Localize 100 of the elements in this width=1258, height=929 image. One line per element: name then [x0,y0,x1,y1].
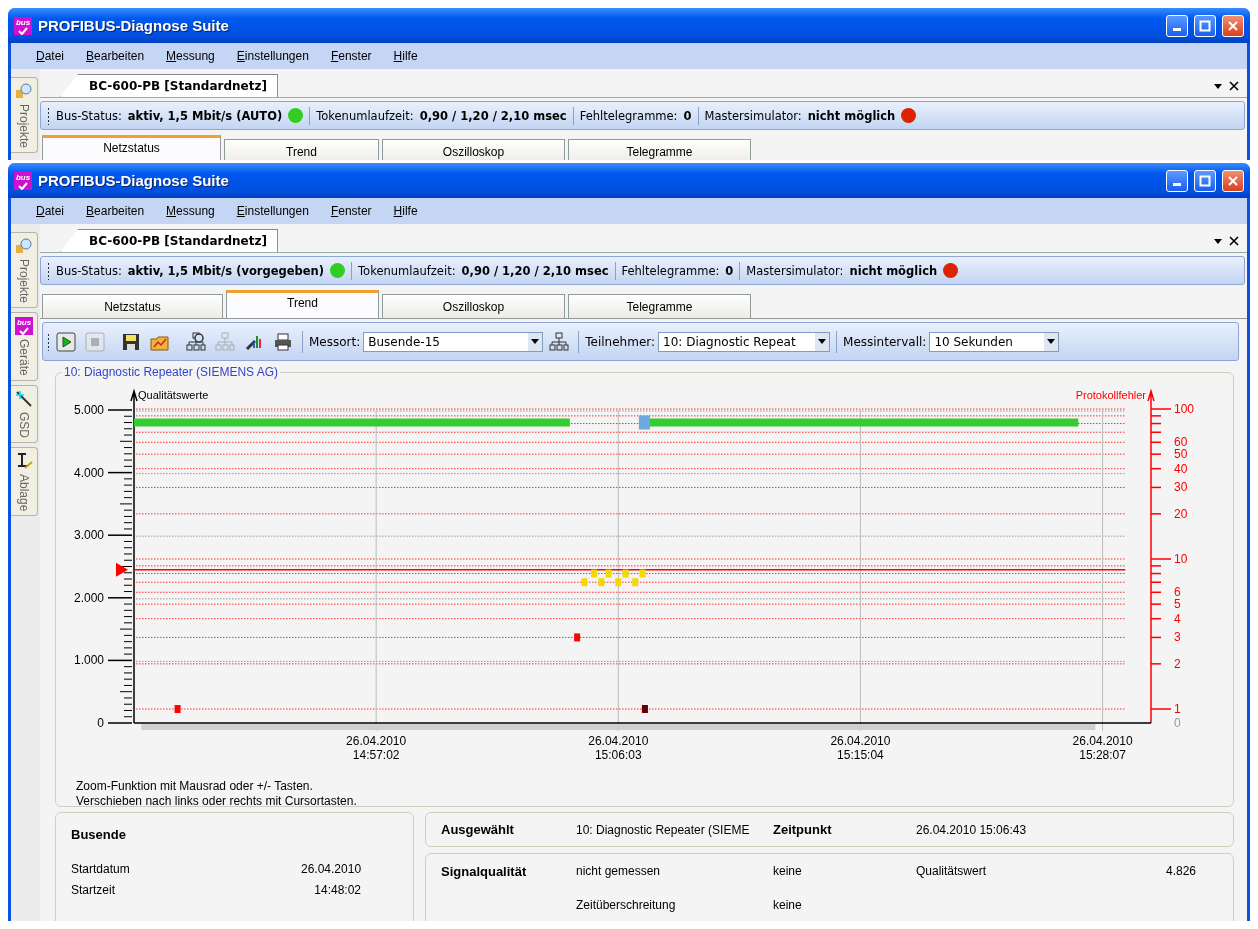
panel-title: 10: Diagnostic Repeater (SIEMENS AG) [63,365,280,379]
window-title: PROFIBUS-Diagnose Suite [38,17,230,34]
right-tick-label: 40 [1174,461,1188,476]
side-tab[interactable]: Projekte [11,77,38,154]
right-tick-label: 100 [1174,402,1195,416]
menu-item[interactable]: Datei [25,49,76,63]
dropdown-field[interactable]: Busende-15 [363,331,544,352]
x-tick-label: 26.04.2010 15:06:03 [588,734,649,762]
folder-magnifier-icon [15,237,33,255]
y-tick-label: 4.000 [73,465,104,480]
close-icon[interactable] [1229,81,1239,91]
y-tick-label: 5.000 [73,403,104,417]
panel-heading: Ausgewählt [441,822,515,837]
dropdown-field[interactable]: 10: Diagnostic Repeat [658,331,831,352]
menu-item[interactable]: Messung [155,204,226,218]
menu-item[interactable]: Fenster [319,204,383,218]
y-axis-title: Qualitätswerte [138,389,209,401]
document-tab[interactable]: BC-600-PB [Standardnetz] [60,229,278,252]
menu-item[interactable]: Bearbeiten [75,49,156,63]
status-value: 0,90 / 1,20 / 2,10 msec [461,263,609,278]
right-tick-label: 0 [1174,716,1181,730]
tab[interactable]: Trend [226,290,379,318]
dropdown-field[interactable]: 10 Sekunden [929,331,1060,352]
maximize-button[interactable] [1194,169,1216,192]
close-button[interactable] [1222,14,1244,37]
status-label: Tokenumlaufzeit: [316,108,414,123]
x-tick-label: 26.04.2010 14:57:02 [346,734,407,762]
app-logo: bus [14,171,32,190]
field-label: Messintervall: [843,334,927,349]
error-marker [174,705,181,713]
tab[interactable]: Telegramme [568,139,751,160]
app-logo: bus [14,16,32,35]
network-icon [215,331,235,352]
field-label: Startzeit [71,883,116,897]
field-label: Startdatum [71,862,131,876]
x-tick-label: 26.04.2010 15:28:07 [1072,734,1133,762]
side-tab[interactable]: GSD [11,384,38,443]
status-value: aktiv, 1,5 Mbit/s (AUTO) [127,108,283,123]
y-tick-label: 2.000 [73,590,104,605]
menu-item[interactable]: Bearbeiten [75,204,156,218]
right-tick-label: 5 [1174,597,1181,612]
error-marker [574,633,581,642]
field-value: 4.826 [1164,864,1196,880]
right-axis-title: Protokollfehler [1075,389,1146,401]
x-tick-label: 26.04.2010 15:15:04 [830,734,891,762]
field-label: Teilnehmer: [585,334,656,349]
menu-item[interactable]: Fenster [319,49,383,63]
minimize-button[interactable] [1166,169,1188,192]
status-value: nicht möglich [807,108,896,123]
field-value: 26.04.2010 15:06:43 [916,822,1028,837]
status-value: aktiv, 1,5 Mbit/s (vorgegeben) [127,263,325,278]
document-pen-icon [15,451,33,470]
menu-item[interactable]: Hilfe [382,49,429,63]
right-tick-label: 1 [1174,702,1181,716]
side-tab[interactable]: bus Geräte [11,312,38,381]
right-tick-label: 50 [1174,447,1188,462]
y-tick-label: 3.000 [73,528,104,543]
dropdown-icon[interactable] [1213,81,1223,91]
tab[interactable]: Telegramme [568,294,751,318]
tab[interactable]: Oszilloskop [382,294,565,318]
dropdown-icon[interactable] [1213,236,1223,246]
side-tab[interactable]: Projekte [11,232,38,309]
cursor-marker [638,415,650,430]
status-label: Tokenumlaufzeit: [358,263,456,278]
toolbar-grip[interactable] [47,106,50,125]
field-value: keine [773,898,803,914]
maximize-icon [1199,174,1211,187]
close-button[interactable] [1222,169,1244,192]
document-tab[interactable]: BC-600-PB [Standardnetz] [60,74,278,97]
toolbar-grip[interactable] [47,332,50,351]
status-value: 0 [683,108,692,123]
tab[interactable]: Netzstatus [42,135,221,160]
panel-heading: Signalqualität [441,864,528,881]
dropdown-arrow-icon [1047,339,1056,344]
tab[interactable]: Netzstatus [42,294,223,318]
stop-icon [85,331,105,352]
status-label: Bus-Status: [56,108,122,123]
field-label: Qualitätswert [916,864,988,880]
minimize-icon [1173,183,1181,186]
menu-item[interactable]: Einstellungen [225,49,320,63]
toolbar-grip[interactable] [47,261,50,280]
menu-item[interactable]: Datei [25,204,76,218]
minimize-icon [1173,28,1181,31]
printer-icon [273,331,293,352]
maximize-button[interactable] [1194,14,1216,37]
right-tick-label: 3 [1174,630,1181,645]
tab[interactable]: Trend [224,139,379,160]
menu-item[interactable]: Messung [155,49,226,63]
close-icon[interactable] [1229,236,1239,246]
tab[interactable]: Oszilloskop [382,139,565,160]
window-title: PROFIBUS-Diagnose Suite [38,172,230,189]
side-tab[interactable]: Ablage [11,446,38,517]
menu-item[interactable]: Einstellungen [225,204,320,218]
status-label: Mastersimulator: [746,263,844,278]
minimize-button[interactable] [1166,14,1188,37]
y-tick-label: 0 [97,716,104,730]
right-tick-label: 60 [1174,435,1188,450]
field-label: Messort: [309,334,361,349]
dropdown-arrow-icon [818,339,827,344]
menu-item[interactable]: Hilfe [382,204,429,218]
